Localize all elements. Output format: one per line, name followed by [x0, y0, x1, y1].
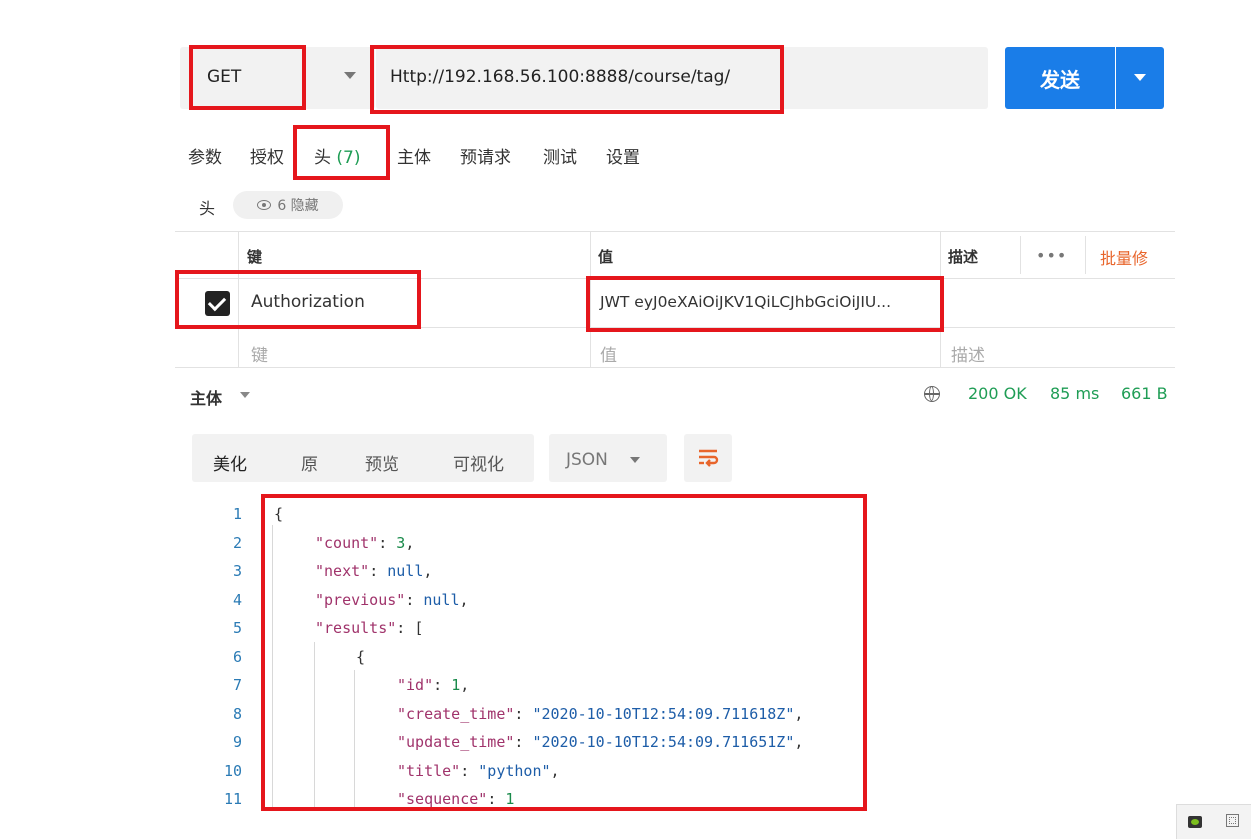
line-number: 9: [232, 733, 242, 751]
line-number: 1: [232, 505, 242, 523]
code-line: {: [274, 505, 284, 523]
tab-headers-label: 头: [314, 148, 331, 168]
eye-icon: [257, 200, 272, 210]
indent-guide: [314, 642, 315, 808]
column-divider: [940, 231, 941, 367]
column-header-value: 值: [598, 248, 614, 266]
code-line: {: [356, 648, 366, 666]
headers-section-label: 头: [199, 199, 216, 218]
format-tab-pretty[interactable]: 美化: [213, 450, 247, 475]
tab-headers[interactable]: 头 (7): [314, 143, 361, 168]
header-value-cell[interactable]: JWT eyJ0eXAiOiJKV1QiLCJhbGciOiJIU...: [600, 293, 891, 311]
line-number: 3: [232, 562, 242, 580]
tab-pre-request[interactable]: 预请求: [460, 143, 511, 168]
column-header-description: 描述: [948, 248, 979, 266]
code-line: "create_time": "2020-10-10T12:54:09.7116…: [397, 705, 804, 723]
wrap-lines-icon: [699, 449, 719, 467]
format-tab-visualize[interactable]: 可视化: [453, 450, 504, 475]
code-line: "previous": null,: [315, 591, 469, 609]
response-body-label[interactable]: 主体: [190, 385, 222, 409]
code-line: "update_time": "2020-10-10T12:54:09.7116…: [397, 733, 804, 751]
tab-tests[interactable]: 测试: [543, 143, 577, 168]
line-number: 7: [232, 676, 242, 694]
tab-auth[interactable]: 授权: [250, 143, 284, 168]
code-line: "count": 3,: [315, 534, 415, 552]
table-divider: [175, 231, 1175, 232]
chevron-down-icon[interactable]: [240, 392, 250, 398]
line-number: 5: [232, 619, 242, 637]
tray-app-icon[interactable]: [1226, 814, 1239, 827]
code-line: "results": [: [315, 619, 424, 637]
table-divider: [175, 327, 1175, 328]
status-code[interactable]: 200 OK: [968, 384, 1027, 403]
send-dropdown-button[interactable]: [1116, 47, 1164, 109]
new-key-input[interactable]: 键: [251, 341, 268, 366]
response-time[interactable]: 85 ms: [1050, 384, 1099, 403]
globe-icon[interactable]: [924, 386, 940, 402]
line-number: 6: [232, 648, 242, 666]
new-description-input[interactable]: 描述: [951, 341, 985, 366]
code-line: "next": null,: [315, 562, 433, 580]
tab-settings[interactable]: 设置: [606, 143, 640, 168]
table-divider: [175, 278, 1175, 279]
chevron-down-icon: [630, 457, 640, 463]
tab-body[interactable]: 主体: [397, 143, 431, 168]
code-line: "id": 1,: [397, 676, 470, 694]
bulk-edit-link[interactable]: 批量修: [1100, 245, 1148, 269]
tab-headers-count: (7): [336, 148, 361, 168]
column-divider: [238, 231, 239, 367]
format-tab-raw[interactable]: 原: [301, 450, 318, 475]
line-number: 2: [232, 534, 242, 552]
header-enabled-checkbox[interactable]: [205, 291, 230, 316]
line-number: 8: [232, 705, 242, 723]
header-key-cell[interactable]: Authorization: [251, 292, 365, 312]
column-divider: [590, 231, 591, 367]
indent-guide: [272, 525, 273, 808]
format-tab-preview[interactable]: 预览: [365, 450, 399, 475]
tab-params[interactable]: 参数: [188, 143, 222, 168]
column-divider: [1085, 236, 1086, 274]
column-header-key: 键: [247, 248, 263, 266]
code-line: "title": "python",: [397, 762, 560, 780]
column-divider: [1020, 236, 1021, 274]
send-button[interactable]: 发送: [1005, 47, 1115, 109]
hidden-headers-toggle[interactable]: 6 隐藏: [233, 191, 343, 219]
code-line: "sequence": 1: [397, 790, 515, 808]
new-value-input[interactable]: 值: [600, 341, 617, 366]
chevron-down-icon[interactable]: [344, 72, 356, 79]
response-size[interactable]: 661 B: [1121, 384, 1168, 403]
more-options-button[interactable]: •••: [1036, 246, 1067, 265]
line-number: 11: [223, 790, 242, 808]
line-number: 4: [232, 591, 242, 609]
language-select-value: JSON: [566, 450, 608, 470]
indent-guide: [354, 670, 355, 808]
hidden-headers-count: 6 隐藏: [277, 198, 319, 214]
method-value: GET: [207, 67, 242, 87]
line-number: 10: [223, 762, 242, 780]
url-value: Http://192.168.56.100:8888/course/tag/: [390, 67, 731, 87]
table-divider: [175, 367, 1175, 368]
nvidia-icon[interactable]: [1188, 816, 1202, 828]
